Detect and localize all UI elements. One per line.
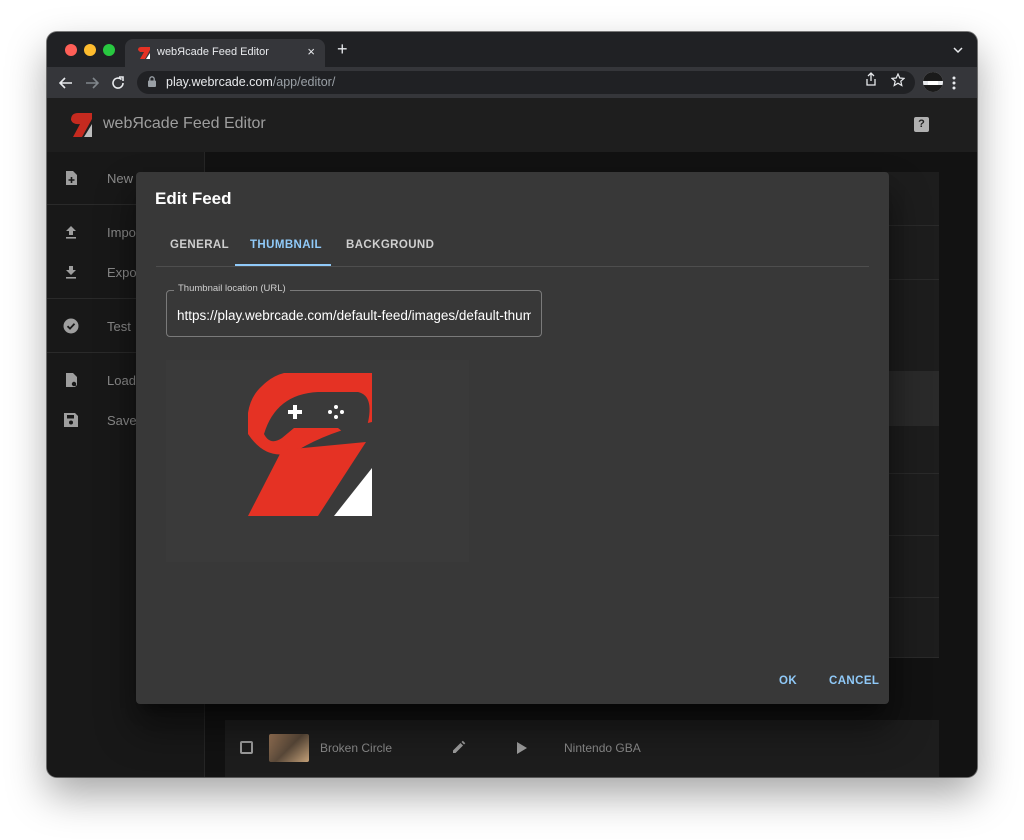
url-path: /app/editor/ [272,75,336,89]
url-text[interactable]: play.webrcade.com/app/editor/ [166,75,335,89]
upload-icon [66,226,76,239]
profile-avatar[interactable] [923,72,943,92]
new-file-icon [66,171,77,185]
maximize-window-button[interactable] [103,44,115,56]
ok-button[interactable]: OK [779,675,797,687]
help-icon[interactable]: ? [914,117,929,132]
tab-list-icon[interactable] [953,46,963,54]
load-file-icon [66,373,79,388]
minimize-window-button[interactable] [84,44,96,56]
tab-title: webЯcade Feed Editor [157,46,269,58]
webrcade-logo-icon [248,373,372,516]
download-icon [66,266,76,279]
webrcade-favicon-icon [138,47,150,59]
table-row[interactable]: Broken Circle Nintendo GBA [225,720,939,777]
app-title: webЯcade Feed Editor [103,115,266,132]
url-host: play.webrcade.com [166,75,273,89]
dialog-tabs: GENERAL THUMBNAIL BACKGROUND [156,226,869,267]
thumbnail-preview [166,360,469,562]
browser-window: webЯcade Feed Editor × + play.webrcade.c… [47,32,977,777]
kebab-menu-icon[interactable] [952,76,956,90]
app-bar: webЯcade Feed Editor ? [47,98,977,152]
browser-tab-strip: webЯcade Feed Editor × + [47,32,977,67]
row-title: Broken Circle [320,741,393,755]
edit-pencil-icon[interactable] [451,739,467,755]
browser-tab[interactable]: webЯcade Feed Editor × [125,39,325,67]
webrcade-logo-icon [71,113,92,137]
sidebar-item-label: Load [107,373,136,388]
tab-general[interactable]: GENERAL [170,239,229,251]
sidebar-item-label: Save [107,413,137,428]
tab-thumbnail[interactable]: THUMBNAIL [250,239,322,251]
tab-close-icon[interactable]: × [307,44,315,59]
address-bar[interactable]: play.webrcade.com/app/editor/ [137,71,915,94]
browser-toolbar: play.webrcade.com/app/editor/ [47,67,977,98]
share-icon[interactable] [865,72,877,86]
lock-icon [148,76,156,87]
edit-feed-dialog: Edit Feed GENERAL THUMBNAIL BACKGROUND T… [136,172,889,704]
save-icon [64,413,78,427]
thumbnail-url-field[interactable]: Thumbnail location (URL) [166,283,542,337]
tab-background[interactable]: BACKGROUND [346,239,434,251]
thumbnail-url-label: Thumbnail location (URL) [174,283,290,294]
reload-icon[interactable] [111,76,125,90]
sidebar-item-label: New [107,171,134,186]
row-platform: Nintendo GBA [564,741,641,755]
cancel-button[interactable]: CANCEL [829,675,879,687]
row-thumbnail [269,734,309,762]
dialog-title: Edit Feed [155,189,232,208]
row-checkbox[interactable] [240,741,253,754]
new-tab-button[interactable]: + [337,40,348,58]
forward-arrow-icon[interactable] [85,76,99,90]
check-circle-icon [63,318,79,334]
sidebar-item-label: Test [107,319,131,334]
thumbnail-url-input[interactable] [177,306,531,324]
back-arrow-icon[interactable] [59,76,73,90]
close-window-button[interactable] [65,44,77,56]
star-icon[interactable] [891,73,905,87]
active-tab-indicator [235,264,331,266]
play-icon[interactable] [516,741,528,755]
